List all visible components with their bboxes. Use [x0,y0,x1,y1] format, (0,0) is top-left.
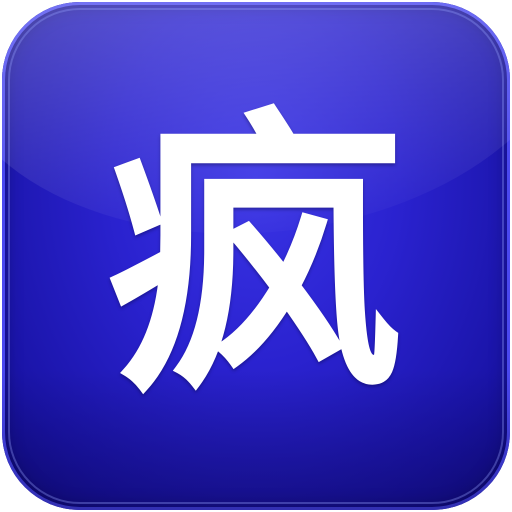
icon-stage: 疯 [0,0,512,512]
chinese-character-glyph: 疯 [106,84,406,433]
app-icon[interactable]: 疯 [2,2,510,510]
